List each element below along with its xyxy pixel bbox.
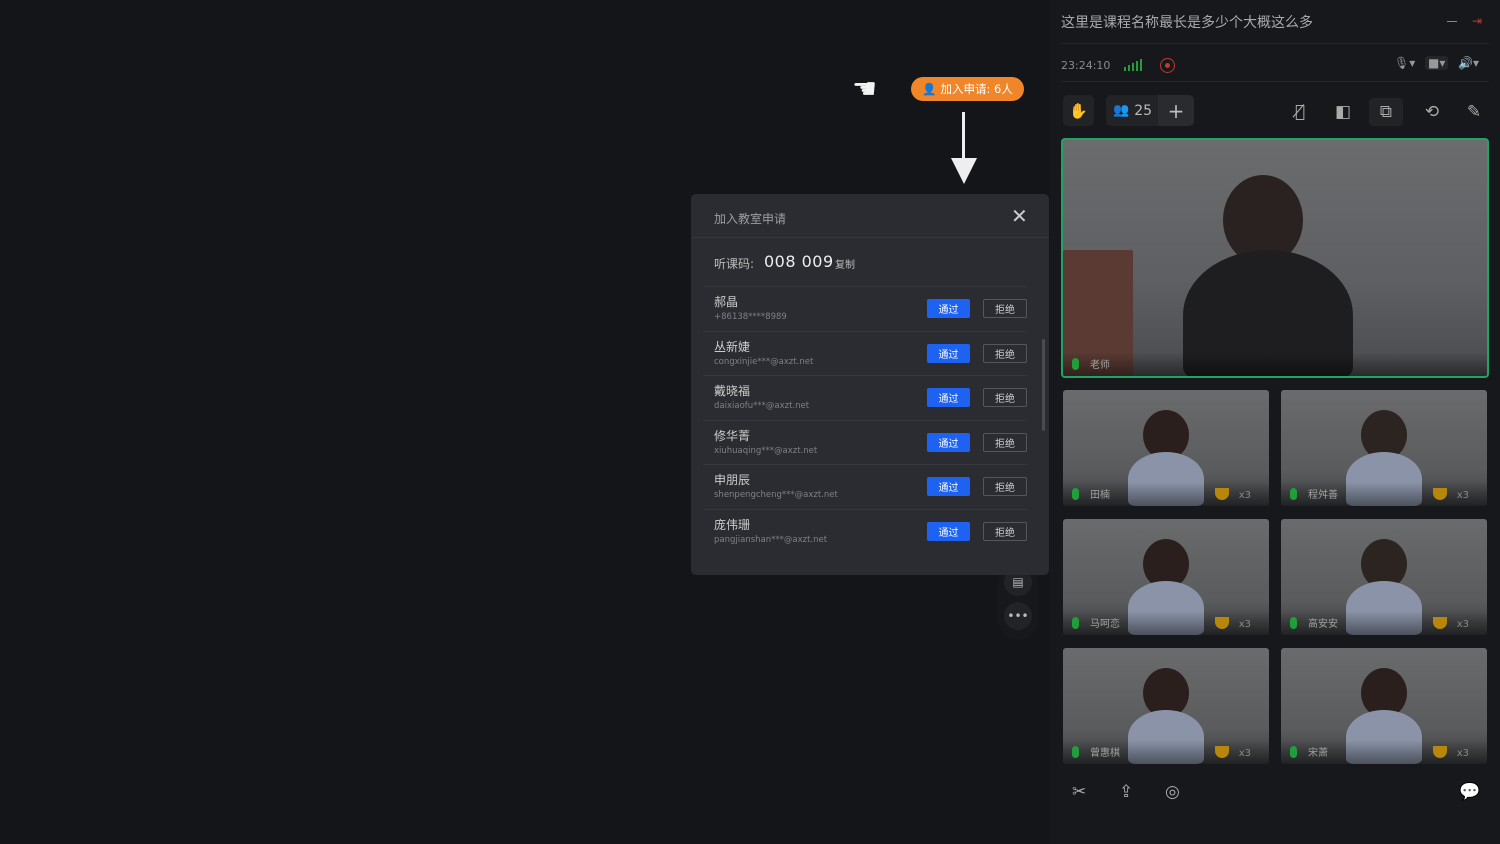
applicant-name: 戴晓福 xyxy=(714,384,751,399)
student-video[interactable]: 程舛善 x3 xyxy=(1281,390,1487,506)
trophy-count: x3 xyxy=(1238,490,1251,501)
reject-button[interactable]: 拒绝 xyxy=(983,477,1027,497)
share-screen-icon[interactable]: ⇪ xyxy=(1119,782,1133,802)
class-code: 008 009 xyxy=(764,252,834,271)
participant-count: 25 xyxy=(1134,102,1153,119)
trophy-count: x3 xyxy=(1456,619,1469,630)
trophy-count: x3 xyxy=(1456,748,1469,759)
student-video[interactable]: 曾惠棋 x3 xyxy=(1063,648,1269,764)
applicant-contact: congxinjie***@axzt.net xyxy=(714,356,814,367)
mute-all-icon[interactable]: 🎙̸ xyxy=(1283,98,1317,126)
trophy-count: x3 xyxy=(1238,748,1251,759)
applicant-contact: xiuhuaqing***@axzt.net xyxy=(714,445,818,456)
pointing-hand-icon: ☚ xyxy=(852,72,878,105)
applicant-contact: +86138****8989 xyxy=(714,312,787,322)
mic-icon xyxy=(1072,358,1079,370)
applicant-contact: shenpengcheng***@axzt.net xyxy=(714,490,838,501)
mic-icon xyxy=(1072,746,1079,758)
request-row: 郝晶 +86138****8989 通过 拒绝 xyxy=(703,286,1027,331)
screen-select-icon[interactable]: ⧉ xyxy=(1369,98,1403,126)
student-video[interactable]: 田楠 x3 xyxy=(1063,390,1269,506)
applicant-name: 申朋辰 xyxy=(714,473,751,488)
microphone-icon[interactable]: 🎙▾ xyxy=(1394,56,1415,70)
applicant-contact: pangjianshan***@axzt.net xyxy=(714,535,828,545)
scrollbar[interactable] xyxy=(1042,339,1045,431)
mic-icon xyxy=(1290,746,1297,758)
student-video[interactable]: 宋萧 x3 xyxy=(1281,648,1487,764)
users-icon: 👥 xyxy=(1113,103,1130,118)
reject-button[interactable]: 拒绝 xyxy=(983,299,1027,318)
signal-icon xyxy=(1124,59,1142,71)
speaker-icon[interactable]: 🔊▾ xyxy=(1458,56,1479,70)
approve-button[interactable]: 通过 xyxy=(927,432,970,452)
close-icon[interactable]: ✕ xyxy=(1011,204,1028,228)
arrow-head xyxy=(951,158,977,184)
student-name: 高安安 xyxy=(1308,619,1338,630)
layout-switch-icon[interactable]: ◧ xyxy=(1326,98,1360,126)
participants-button[interactable]: 👥 25 + xyxy=(1106,95,1194,126)
badge-label: 加入申请: 6人 xyxy=(940,82,1013,96)
reject-button[interactable]: 拒绝 xyxy=(983,343,1027,363)
whiteboard-icon[interactable]: ◎ xyxy=(1165,782,1180,802)
student-name: 马呵恋 xyxy=(1090,619,1120,630)
hand-icon: ✋ xyxy=(1069,101,1088,120)
trophy-count: x3 xyxy=(1456,490,1469,501)
student-video[interactable]: 马呵恋 x3 xyxy=(1063,519,1269,635)
reject-button[interactable]: 拒绝 xyxy=(983,388,1027,408)
reject-button[interactable]: 拒绝 xyxy=(983,432,1027,452)
approve-button[interactable]: 通过 xyxy=(927,477,970,497)
mic-icon xyxy=(1290,488,1297,500)
divider xyxy=(1061,43,1489,44)
user-icon: 👤 xyxy=(922,82,937,96)
code-label: 听课码: xyxy=(714,257,755,271)
arrow-icon xyxy=(962,112,965,162)
mic-icon xyxy=(1072,488,1079,500)
teacher-name: 老师 xyxy=(1090,360,1110,371)
applicant-name: 郝晶 xyxy=(714,295,739,309)
add-button[interactable]: + xyxy=(1158,95,1194,126)
request-row: 戴晓福 daixiaofu***@axzt.net 通过 拒绝 xyxy=(703,375,1027,420)
approve-button[interactable]: 通过 xyxy=(927,299,970,318)
raise-hand-button[interactable]: ✋ xyxy=(1063,95,1094,126)
request-row: 修华菁 xiuhuaqing***@axzt.net 通过 拒绝 xyxy=(703,419,1027,465)
request-row: 申朋辰 shenpengcheng***@axzt.net 通过 拒绝 xyxy=(703,464,1027,509)
teacher-video[interactable]: 老师 xyxy=(1061,138,1489,378)
course-title: 这里是课程名称最长是多少个大概这么多 xyxy=(1061,15,1313,31)
playback-icon[interactable]: ⟲ xyxy=(1415,98,1449,126)
applicant-contact: daixiaofu***@axzt.net xyxy=(714,401,810,412)
student-name: 田楠 xyxy=(1090,490,1110,501)
request-row: 庞伟珊 pangjianshan***@axzt.net 通过 拒绝 xyxy=(703,509,1027,554)
mic-icon xyxy=(1290,617,1297,629)
approve-button[interactable]: 通过 xyxy=(927,522,970,541)
request-row: 丛新婕 congxinjie***@axzt.net 通过 拒绝 xyxy=(703,330,1027,376)
applicant-name: 修华菁 xyxy=(714,428,751,443)
join-request-badge[interactable]: 👤 加入申请: 6人 xyxy=(911,77,1024,101)
minimize-button[interactable] xyxy=(1447,21,1457,22)
trophy-count: x3 xyxy=(1238,619,1251,630)
chat-icon[interactable]: 💬 xyxy=(1459,782,1480,802)
copy-button[interactable]: 复制 xyxy=(835,256,855,271)
class-timer: 23:24:10 xyxy=(1061,59,1111,72)
camera-icon[interactable]: ■▾ xyxy=(1425,56,1449,70)
scissors-icon[interactable]: ✂ xyxy=(1072,782,1086,802)
divider xyxy=(1061,81,1489,82)
dialog-title: 加入教室申请 xyxy=(714,212,787,226)
record-icon[interactable] xyxy=(1160,58,1175,73)
more-icon[interactable]: ••• xyxy=(1004,602,1032,630)
student-name: 宋萧 xyxy=(1308,748,1328,759)
applicant-name: 庞伟珊 xyxy=(714,518,751,532)
student-name: 程舛善 xyxy=(1308,490,1338,501)
approve-button[interactable]: 通过 xyxy=(927,388,970,408)
exit-icon[interactable]: ⇥ xyxy=(1472,14,1482,28)
applicant-name: 丛新婕 xyxy=(714,339,751,354)
student-name: 曾惠棋 xyxy=(1090,748,1120,759)
reject-button[interactable]: 拒绝 xyxy=(983,522,1027,541)
mic-icon xyxy=(1072,617,1079,629)
join-request-dialog: 加入教室申请 ✕ 听课码: 008 009 复制 郝晶 +86138****89… xyxy=(691,194,1049,575)
clear-icon[interactable]: ✎ xyxy=(1457,98,1491,126)
student-video[interactable]: 高安安 x3 xyxy=(1281,519,1487,635)
approve-button[interactable]: 通过 xyxy=(927,343,970,363)
